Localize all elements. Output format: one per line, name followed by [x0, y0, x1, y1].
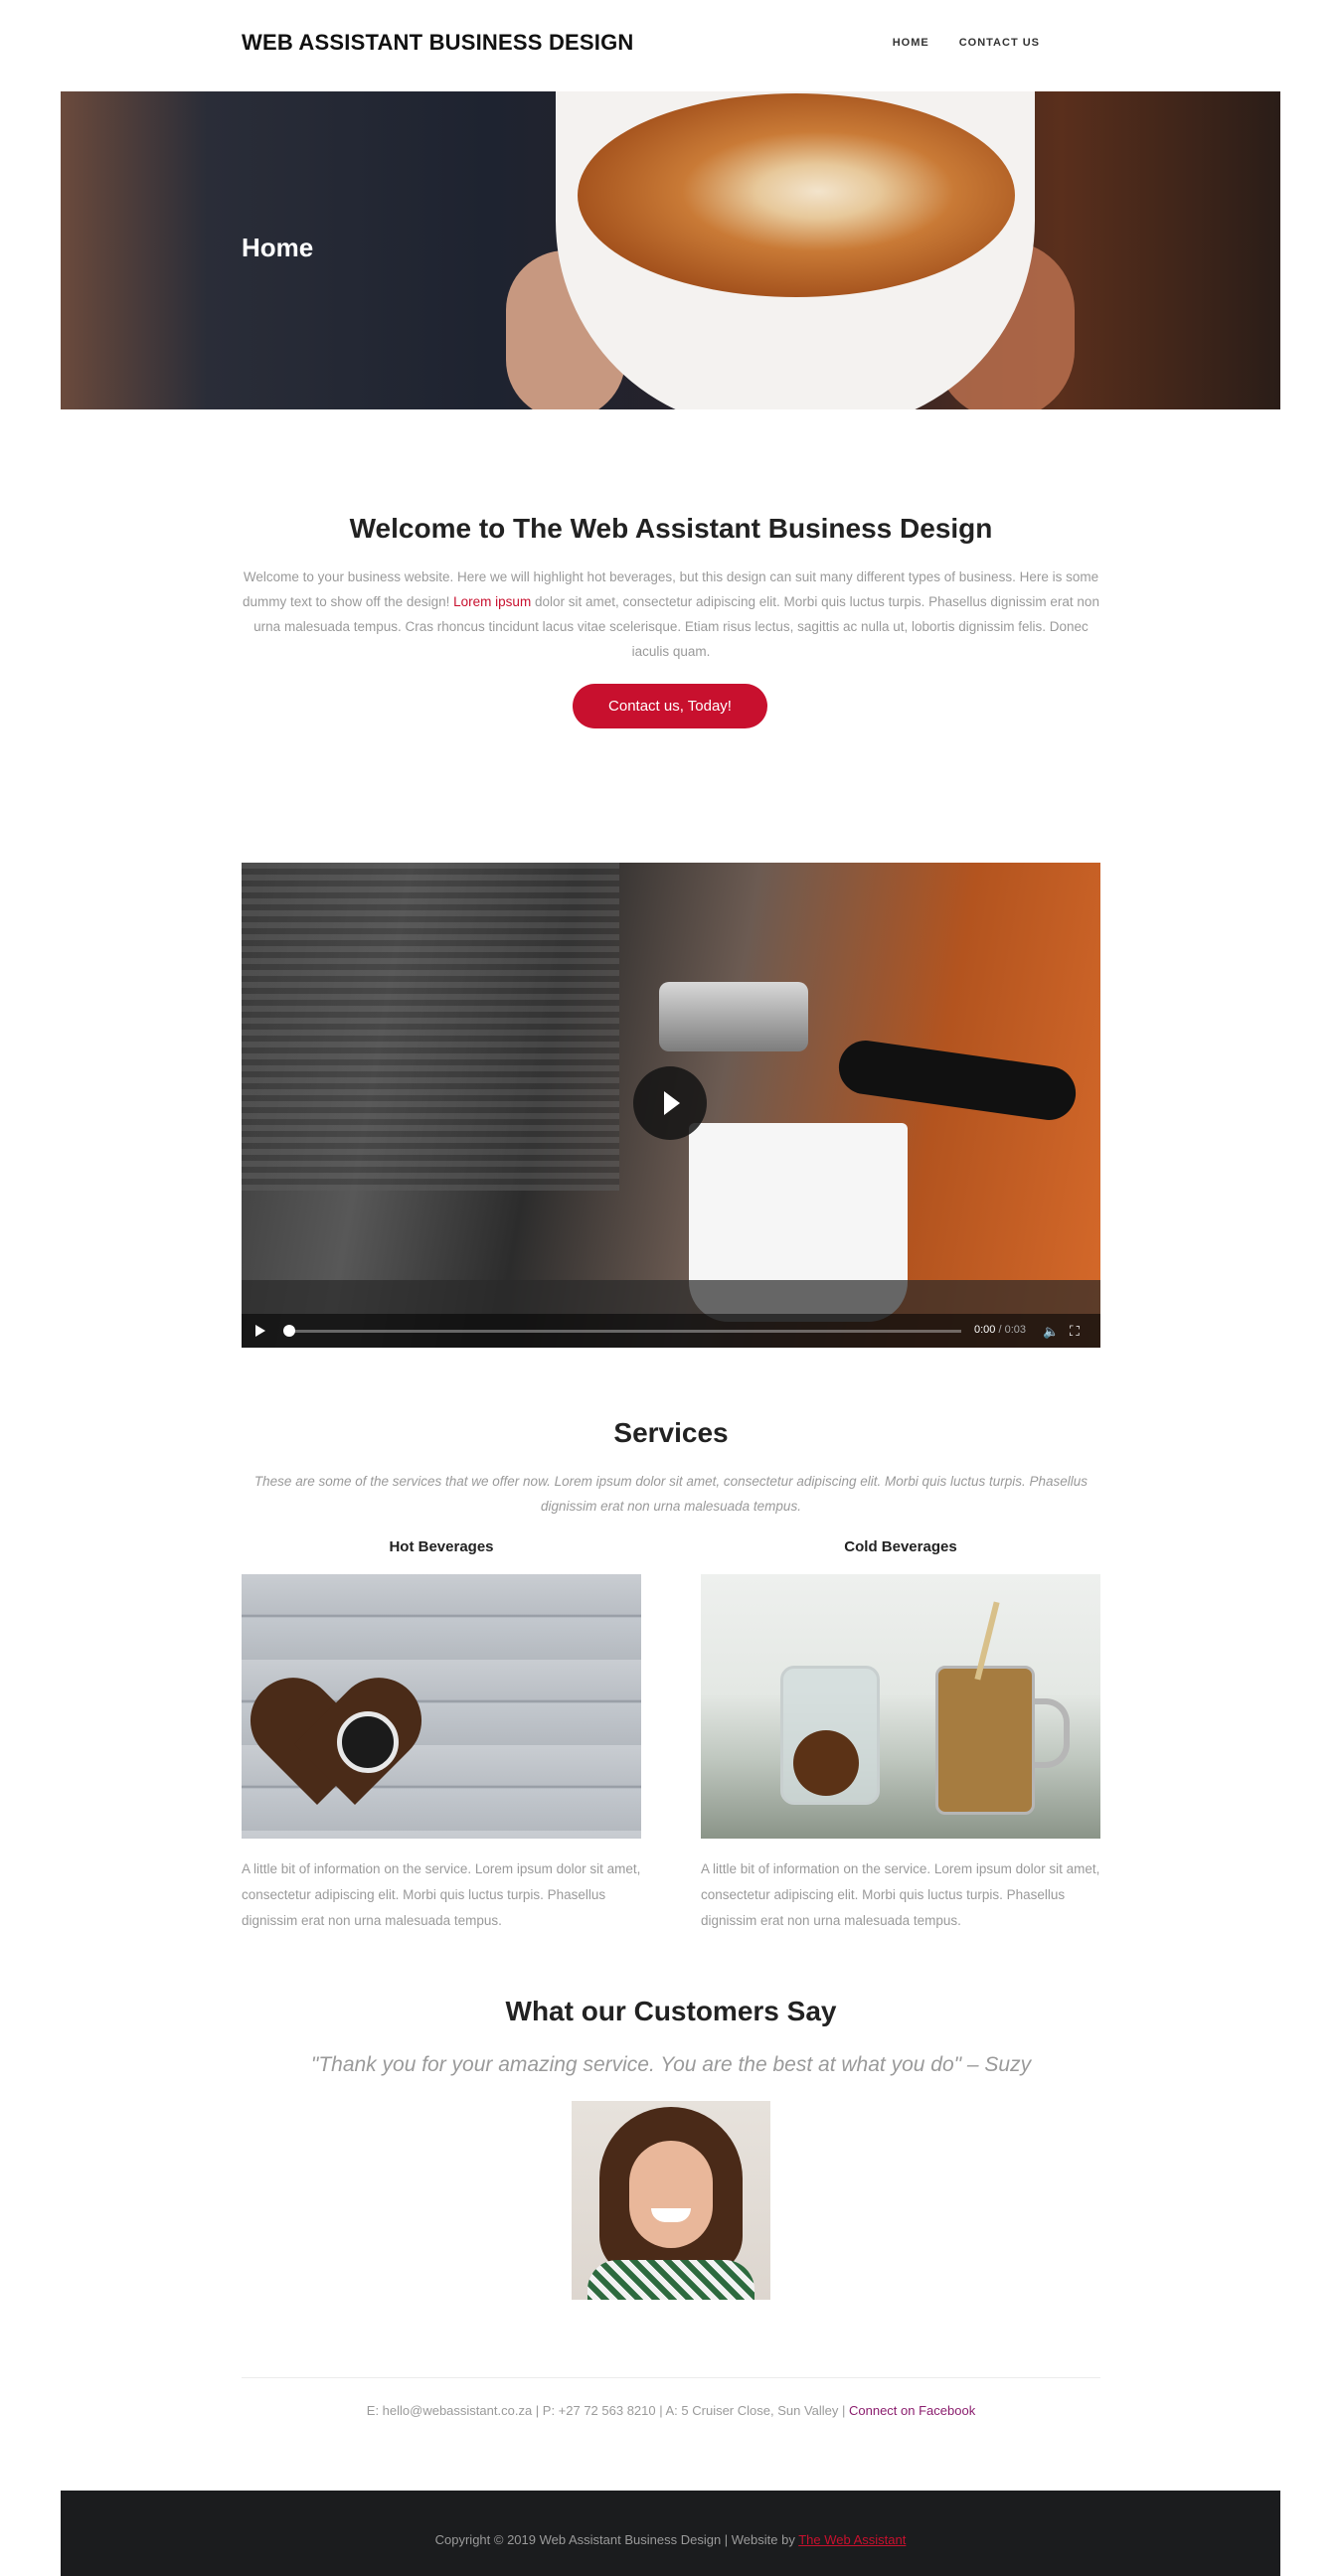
site-footer: Copyright © 2019 Web Assistant Business … [61, 2491, 1280, 2576]
welcome-text: Welcome to your business website. Here w… [242, 564, 1100, 664]
progress-knob[interactable] [283, 1325, 295, 1337]
site-brand[interactable]: WEB ASSISTANT BUSINESS DESIGN [242, 30, 634, 56]
site-header: WEB ASSISTANT BUSINESS DESIGN HOME CONTA… [61, 0, 1280, 91]
divider [242, 2377, 1100, 2378]
facebook-link[interactable]: Connect on Facebook [849, 2403, 975, 2418]
time-total: / 0:03 [998, 1324, 1027, 1336]
copyright-text: Copyright © 2019 Web Assistant Business … [434, 2532, 799, 2547]
service-title: Hot Beverages [389, 1538, 494, 1555]
play-icon[interactable] [633, 1066, 707, 1140]
video-player[interactable]: 0:00 / 0:03 🔈 ⛶ [242, 863, 1100, 1348]
portafilter [659, 982, 808, 1051]
fullscreen-icon[interactable]: ⛶ [1070, 1323, 1080, 1340]
hero-latte-art [578, 93, 1015, 297]
contact-info: E: hello@webassistant.co.za | P: +27 72 … [366, 2403, 849, 2418]
services-title: Services [613, 1417, 729, 1448]
page: WEB ASSISTANT BUSINESS DESIGN HOME CONTA… [61, 0, 1280, 2576]
photo-shirt [587, 2260, 754, 2300]
video-progress-bar[interactable] [289, 1330, 961, 1333]
testimonials-title: What our Customers Say [505, 1996, 837, 2026]
service-card-cold: Cold Beverages A little bit of informati… [701, 1538, 1100, 1934]
mason-jar-drink [935, 1601, 1070, 1815]
espresso-machine-panel [242, 863, 619, 1191]
services-intro: These are some of the services that we o… [253, 1474, 1089, 1514]
service-title: Cold Beverages [844, 1538, 957, 1555]
testimonial-quote: "Thank you for your amazing service. You… [310, 2053, 1032, 2076]
service-text: A little bit of information on the servi… [242, 1861, 641, 1928]
video-controls: 0:00 / 0:03 🔈 ⛶ [242, 1314, 1100, 1348]
contact-cta-button[interactable]: Contact us, Today! [573, 684, 767, 728]
hot-beverages-image [242, 1574, 641, 1839]
nav-contact-link[interactable]: CONTACT US [959, 37, 1040, 49]
cookie-jar [780, 1666, 880, 1805]
service-card-hot: Hot Beverages A little bit of informatio… [242, 1538, 641, 1934]
welcome-title: Welcome to The Web Assistant Business De… [349, 513, 993, 544]
contact-details: E: hello@webassistant.co.za | P: +27 72 … [242, 2403, 1100, 2418]
jar-handle [1034, 1698, 1070, 1768]
main-nav: HOME CONTACT US [893, 37, 1040, 49]
control-play-icon[interactable] [255, 1325, 265, 1337]
cookies [793, 1730, 859, 1796]
time-current: 0:00 [974, 1324, 996, 1336]
espresso-cup [337, 1711, 399, 1773]
footer-copyright: Copyright © 2019 Web Assistant Business … [61, 2532, 1280, 2547]
welcome-highlight: Lorem ipsum [453, 594, 532, 609]
nav-home-link[interactable]: HOME [893, 37, 929, 49]
straw [974, 1601, 1000, 1681]
portafilter-handle [835, 1037, 1080, 1124]
service-text: A little bit of information on the servi… [701, 1861, 1100, 1928]
video-time: 0:00 / 0:03 [974, 1324, 1026, 1336]
coffee-bean-heart [242, 1660, 439, 1805]
hero-banner: Home [61, 91, 1280, 409]
hero-title: Home [242, 233, 314, 262]
cold-beverages-image [701, 1574, 1100, 1839]
credit-link[interactable]: The Web Assistant [798, 2532, 906, 2547]
volume-icon[interactable]: 🔈 [1043, 1324, 1059, 1340]
customer-photo [572, 2101, 770, 2300]
photo-face [629, 2141, 713, 2248]
